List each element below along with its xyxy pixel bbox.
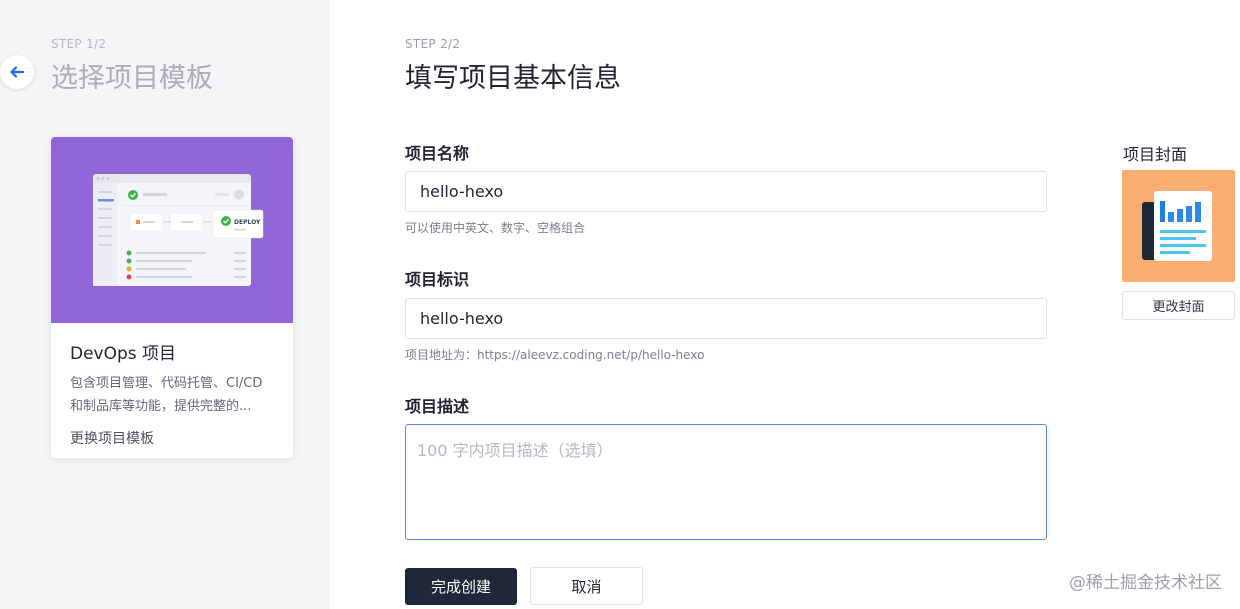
project-description-input[interactable] <box>405 424 1047 540</box>
arrow-left-icon <box>10 66 24 78</box>
cover-label: 项目封面 <box>1123 145 1188 164</box>
project-description-label: 项目描述 <box>405 397 470 416</box>
project-name-input[interactable] <box>405 171 1047 212</box>
template-panel: STEP 1/2 选择项目模板 DEPLOY DevOps 项目 包含项目管理、… <box>0 0 330 609</box>
back-button[interactable] <box>0 55 34 89</box>
project-identifier-label: 项目标识 <box>405 270 470 289</box>
step1-label: STEP 1/2 <box>51 37 107 51</box>
project-cover-image[interactable] <box>1122 170 1235 282</box>
change-cover-button[interactable]: 更改封面 <box>1122 291 1235 320</box>
watermark: @稀土掘金技术社区 <box>1069 573 1222 593</box>
step2-label: STEP 2/2 <box>405 37 461 51</box>
cancel-button[interactable]: 取消 <box>530 567 643 605</box>
create-project-button[interactable]: 完成创建 <box>405 568 517 605</box>
template-card: DEPLOY DevOps 项目 包含项目管理、代码托管、CI/CD和制品库等功… <box>51 137 293 458</box>
deploy-badge-text: DEPLOY <box>234 219 261 226</box>
template-title: DevOps 项目 <box>70 344 177 364</box>
template-preview-banner: DEPLOY <box>51 137 293 323</box>
project-url-hint: 项目地址为：https://aleevz.coding.net/p/hello-… <box>405 348 705 362</box>
template-description: 包含项目管理、代码托管、CI/CD和制品库等功能，提供完整的... <box>70 376 263 414</box>
project-name-label: 项目名称 <box>405 144 470 163</box>
newspaper-chart-icon <box>1142 191 1212 261</box>
devops-preview-illustration: DEPLOY <box>93 174 264 286</box>
project-name-hint: 可以使用中英文、数字、空格组合 <box>405 221 586 235</box>
project-identifier-input[interactable] <box>405 298 1047 339</box>
step2-title: 填写项目基本信息 <box>405 63 621 94</box>
change-template-link[interactable]: 更换项目模板 <box>70 428 154 448</box>
step1-title: 选择项目模板 <box>51 63 213 94</box>
